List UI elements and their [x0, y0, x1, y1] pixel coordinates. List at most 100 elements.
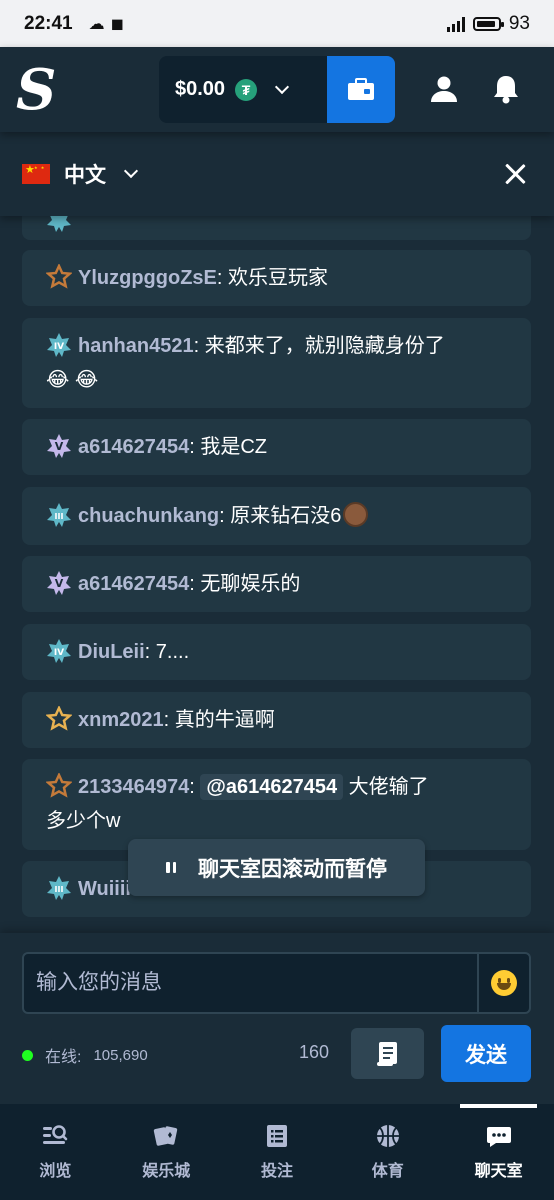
vip-platinum-v-badge-icon: V	[47, 434, 71, 458]
chat-rules-button[interactable]	[351, 1028, 424, 1079]
browse-icon	[43, 1125, 68, 1144]
chevron-down-icon	[123, 163, 139, 179]
chat-message: 2133464974: @a614627454 大佬输了 多少个w	[22, 759, 531, 850]
online-status: 在线: 105,690	[22, 1043, 148, 1067]
close-icon[interactable]	[504, 163, 526, 185]
svg-text:V: V	[55, 440, 64, 453]
message-username[interactable]: a614627454	[78, 573, 189, 595]
nav-label: 浏览	[39, 1163, 72, 1180]
message-username[interactable]: a614627454	[78, 436, 189, 458]
message-username[interactable]: xnm2021	[78, 709, 164, 731]
chat-message: IV hanhan4521: 来都来了，就别隐藏身份了 😂 😂	[22, 318, 531, 408]
vip-platinum-v-badge-icon: V	[47, 571, 71, 595]
basketball-icon	[376, 1125, 399, 1147]
chat-paused-button[interactable]: 聊天室因滚动而暂停	[128, 839, 425, 896]
chat-message: xnm2021: 真的牛逼啊	[22, 692, 531, 748]
message-text: 7....	[155, 641, 190, 663]
chat-messages[interactable]: YluzgpggoZsE: 欢乐豆玩家 IV hanhan4521: 来都来了，就…	[0, 216, 554, 933]
profile-button[interactable]	[426, 71, 462, 107]
svg-text:III: III	[55, 512, 64, 521]
scroll-document-icon	[376, 1041, 397, 1066]
nav-casino[interactable]: 娱乐城	[111, 1104, 222, 1200]
chat-message: Va614627454: 我是CZ	[22, 419, 531, 475]
chat-message: IV DiuLeii: 7....	[22, 624, 531, 680]
wallet-button[interactable]	[327, 56, 395, 123]
message-username[interactable]: chuachunkang	[78, 505, 219, 527]
message-username[interactable]: hanhan4521	[78, 335, 194, 357]
nav-label: 娱乐城	[142, 1163, 191, 1180]
user-icon	[431, 76, 457, 102]
nav-label: 投注	[260, 1163, 293, 1180]
nav-label: 聊天室	[474, 1163, 523, 1180]
app-notification-icon: ◼	[110, 15, 124, 33]
language-label: 中文	[64, 164, 106, 187]
message-username[interactable]: 2133464974	[78, 776, 189, 798]
nav-chat[interactable]: 聊天室	[443, 1104, 554, 1200]
chat-message	[22, 216, 531, 240]
wallet-icon	[348, 77, 374, 100]
message-text-continued: 多少个w	[46, 810, 121, 832]
vip-platinum-iv-badge-icon: IV	[47, 333, 71, 357]
svg-text:IV: IV	[54, 342, 64, 352]
bet-slip-icon	[266, 1125, 287, 1147]
message-text: 原来钻石没6	[230, 505, 342, 527]
pause-icon	[166, 862, 176, 873]
nav-bets[interactable]: 投注	[222, 1104, 333, 1200]
tether-icon: ₮	[235, 78, 258, 101]
message-text: 大佬输了	[348, 776, 429, 798]
message-text: 我是CZ	[200, 436, 268, 458]
chat-header: 中文	[0, 132, 554, 216]
battery-level: 93	[508, 12, 530, 34]
app-header: S $0.00 ₮	[0, 47, 554, 132]
message-text: 欢乐豆玩家	[228, 267, 329, 289]
status-bar: 22:41 ☁ ◼ 93	[0, 0, 554, 47]
casino-cards-icon	[154, 1126, 178, 1146]
bottom-nav: 浏览 娱乐城 投注 体育 聊天室	[0, 1104, 554, 1200]
message-input[interactable]	[24, 954, 477, 1012]
laughing-emoji-icon: 😂 😂	[46, 369, 99, 391]
svg-text:IV: IV	[54, 648, 64, 658]
chat-paused-label: 聊天室因滚动而暂停	[198, 857, 387, 881]
online-count: 105,690	[93, 1046, 148, 1064]
custom-face-emoji-icon	[343, 502, 369, 527]
notifications-button[interactable]	[488, 71, 524, 107]
online-label: 在线:	[45, 1049, 82, 1066]
bell-icon	[494, 76, 518, 104]
language-selector[interactable]: 中文	[22, 159, 139, 189]
vip-platinum-iv-badge-icon: IV	[47, 639, 71, 663]
message-input-wrapper	[22, 952, 531, 1014]
chat-icon	[486, 1127, 511, 1147]
vip-platinum-iii-badge-icon: III	[47, 503, 71, 527]
vip-bronze-badge-icon	[46, 264, 72, 289]
message-text: 真的牛逼啊	[174, 709, 275, 731]
cloud-icon: ☁	[88, 15, 105, 33]
balance-selector[interactable]: $0.00 ₮	[159, 56, 327, 123]
chat-message: YluzgpggoZsE: 欢乐豆玩家	[22, 250, 531, 306]
svg-text:V: V	[55, 577, 64, 590]
message-text: 无聊娱乐的	[200, 573, 301, 595]
nav-sports[interactable]: 体育	[332, 1104, 443, 1200]
message-text: 来都来了，就别隐藏身份了	[204, 335, 445, 357]
chat-message: Va614627454: 无聊娱乐的	[22, 556, 531, 612]
vip-gold-badge-icon	[46, 706, 72, 731]
chevron-down-icon	[274, 79, 290, 95]
battery-icon	[472, 16, 504, 31]
message-username[interactable]: Wuiiii	[78, 878, 131, 900]
wallet-widget: $0.00 ₮	[159, 56, 395, 123]
vip-platinum-badge-icon	[47, 216, 71, 232]
message-username[interactable]: YluzgpggoZsE	[78, 267, 217, 289]
chat-composer: 在线: 105,690 160 发送	[0, 933, 554, 1104]
status-time: 22:41	[24, 12, 73, 34]
mention-tag[interactable]: @a614627454	[200, 774, 344, 800]
svg-text:III: III	[55, 885, 64, 894]
logo[interactable]: S	[16, 62, 76, 118]
signal-icon	[446, 16, 465, 32]
vip-platinum-iii-badge-icon: III	[47, 876, 71, 900]
nav-browse[interactable]: 浏览	[0, 1104, 111, 1200]
chat-message: III chuachunkang: 原来钻石没6	[22, 487, 531, 545]
send-button[interactable]: 发送	[441, 1025, 531, 1082]
emoji-button[interactable]	[477, 954, 529, 1012]
message-username[interactable]: DiuLeii	[78, 641, 145, 663]
char-count: 160	[299, 1042, 330, 1062]
balance-amount: $0.00	[175, 78, 226, 100]
